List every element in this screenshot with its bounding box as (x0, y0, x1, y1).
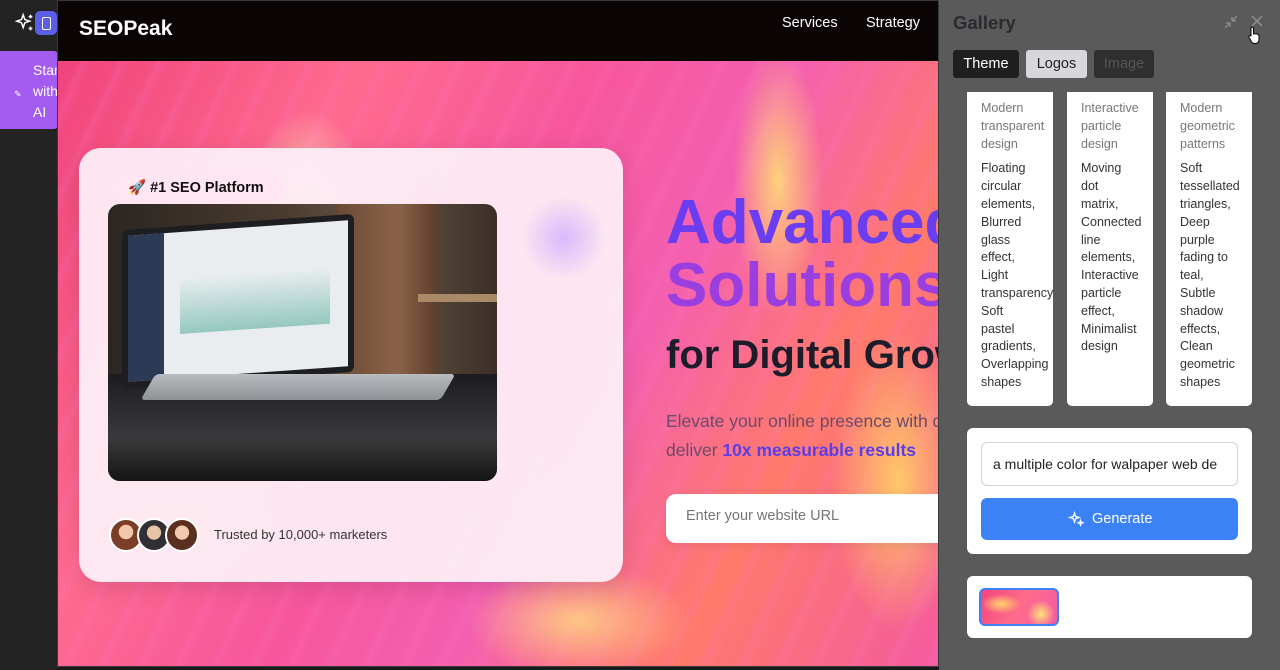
laptop-base (140, 374, 456, 400)
platform-badge: 🚀 #1 SEO Platform (108, 173, 284, 203)
generate-button[interactable]: Generate (981, 498, 1238, 540)
theme-style-list: Modern transparent design Floating circu… (967, 92, 1253, 408)
headline-digital-growth: for Digital Growth (666, 333, 938, 377)
theme-description: Modern transparent design (981, 101, 1045, 151)
subtitle-prefix: deliver (666, 440, 723, 460)
decorative-glow (519, 198, 609, 278)
nav-link-strategy[interactable]: Strategy (866, 15, 920, 31)
magic-icon: ✎ (14, 89, 22, 99)
app-root: ✎ Start with AI SEOPeak Services Strateg… (0, 0, 1280, 670)
sparkles-icon (1067, 510, 1085, 527)
start-with-ai-button[interactable]: ✎ Start with AI (0, 51, 58, 129)
gallery-title: Gallery (953, 12, 1016, 33)
website-url-input[interactable] (686, 508, 936, 524)
left-toolbar: ✎ Start with AI (0, 0, 58, 670)
headline-advanced: Advanced (666, 188, 939, 257)
prompt-input[interactable]: a multiple color for walpaper web de (981, 442, 1238, 486)
hero-section: 🚀 #1 SEO Platform Trusted by 10,000+ mar… (58, 61, 939, 666)
hero-card: 🚀 #1 SEO Platform Trusted by 10,000+ mar… (79, 148, 623, 582)
tab-image[interactable]: Image (1094, 50, 1154, 78)
mobile-preview-button[interactable] (35, 11, 57, 35)
dashboard-sidebar (128, 233, 164, 382)
generated-thumbnail[interactable] (979, 588, 1059, 626)
theme-features: Soft tessellated triangles, Deep purple … (1180, 161, 1240, 389)
gallery-panel: Gallery Theme Logos Image Modern transpa… (939, 0, 1280, 670)
result-card (967, 576, 1252, 638)
nav-link-services[interactable]: Services (782, 15, 838, 31)
avatar (165, 518, 199, 552)
generate-label: Generate (1092, 511, 1153, 527)
prompt-value: a multiple color for walpaper web de (993, 456, 1218, 472)
sparkle-icon[interactable] (14, 12, 36, 34)
theme-card-geometric[interactable]: Modern geometric patterns Soft tessellat… (1166, 92, 1252, 406)
theme-card-particle[interactable]: Interactive particle design Moving dot m… (1067, 92, 1153, 406)
trusted-text: Trusted by 10,000+ marketers (214, 527, 388, 542)
laptop-screen (122, 213, 354, 389)
minimize-icon[interactable] (1223, 14, 1239, 30)
subtitle-highlight: 10x measurable results (722, 440, 917, 460)
site-navbar: SEOPeak Services Strategy (58, 1, 938, 61)
dashboard-chart (180, 267, 330, 335)
theme-description: Interactive particle design (1081, 101, 1139, 151)
website-preview: SEOPeak Services Strategy 🚀 #1 SEO Platf… (57, 0, 939, 667)
laptop-photo (108, 204, 497, 481)
theme-features: Floating circular elements, Blurred glas… (981, 161, 1053, 389)
site-brand[interactable]: SEOPeak (79, 17, 172, 41)
generate-card: a multiple color for walpaper web de Gen… (967, 428, 1252, 554)
start-with-ai-label: Start with AI (33, 62, 58, 120)
tab-logos[interactable]: Logos (1026, 50, 1087, 78)
hero-subtitle: Elevate your online presence with data-d… (666, 407, 938, 465)
theme-description: Modern geometric patterns (1180, 101, 1235, 151)
cursor-icon (1248, 26, 1260, 44)
photo-shelf (418, 294, 497, 302)
subtitle-line-1: Elevate your online presence with data-d… (666, 411, 938, 431)
url-input-box[interactable] (666, 494, 938, 543)
theme-features: Moving dot matrix, Connected line elemen… (1081, 161, 1142, 354)
theme-card-transparent[interactable]: Modern transparent design Floating circu… (967, 92, 1053, 406)
headline-solutions: Solutions (666, 251, 939, 320)
tab-theme[interactable]: Theme (953, 50, 1019, 78)
